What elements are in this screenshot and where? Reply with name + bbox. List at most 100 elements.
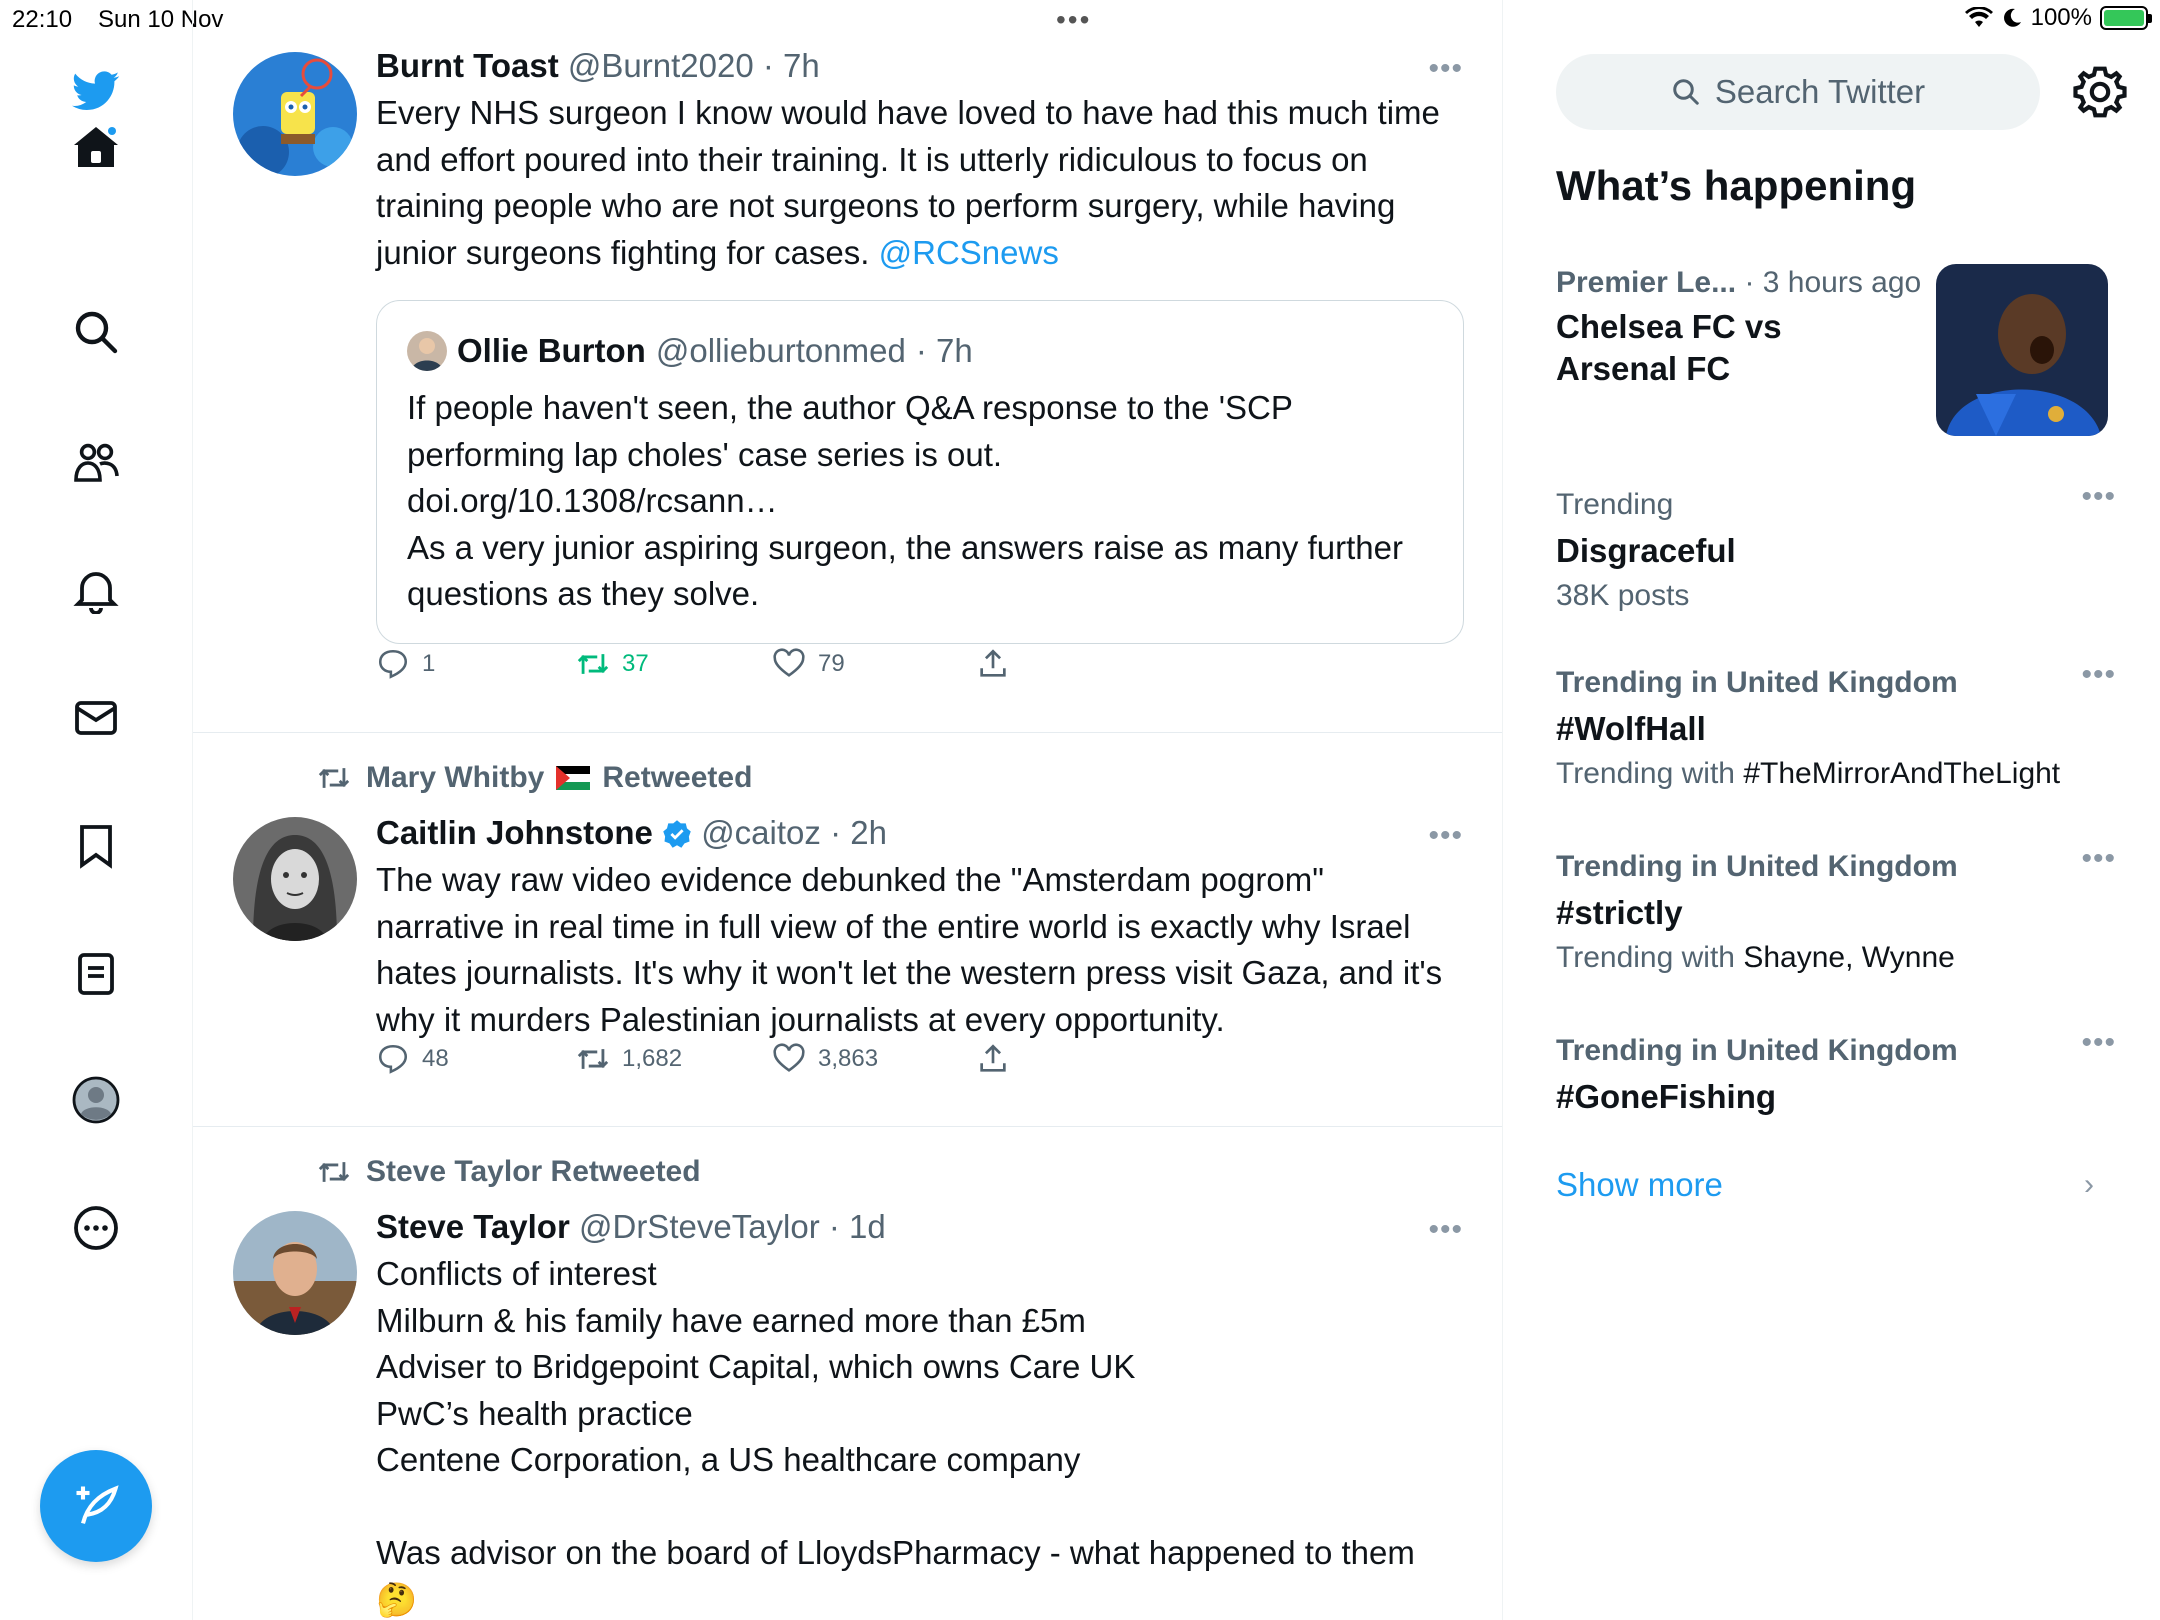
quoted-tweet-time: · 7h	[915, 332, 973, 369]
quoted-avatar[interactable]	[407, 331, 447, 371]
reply-icon	[378, 1044, 408, 1074]
trend-meta: Trending in United Kingdom	[1556, 1034, 1958, 1067]
like-button[interactable]: 3,863	[772, 1042, 878, 1076]
tweet-text: Every NHS surgeon I know would have love…	[376, 90, 1456, 276]
news-time: · 3 hours ago	[1744, 266, 1922, 299]
retweeted-by: Mary Whitby Retweeted	[314, 761, 752, 795]
tweet-more-icon[interactable]: •••	[1428, 52, 1463, 86]
tweet[interactable]: Steve Taylor Retweeted Steve Taylor @DrS…	[193, 1127, 1502, 1620]
tweet-content: Burnt Toast @Burnt2020 · 7h Every NHS su…	[376, 46, 1456, 276]
search-icon	[1673, 79, 1699, 105]
tweet-more-icon[interactable]: •••	[1428, 1213, 1463, 1247]
show-more-link[interactable]: Show more	[1556, 1166, 1723, 1204]
bookmarks-icon[interactable]	[66, 816, 126, 876]
trend-item[interactable]: Trending in United Kingdom #strictly Tre…	[1556, 842, 2116, 978]
news-item[interactable]: Premier Le... · 3 hours ago Chelsea FC v…	[1556, 264, 1936, 390]
retweet-button[interactable]: 37	[576, 647, 649, 681]
tweet-more-icon[interactable]: •••	[1428, 819, 1463, 853]
quoted-tweet-text: If people haven't seen, the author Q&A r…	[407, 385, 1437, 618]
tweet-content: Steve Taylor @DrSteveTaylor · 1d Conflic…	[376, 1207, 1456, 1620]
quoted-tweet[interactable]: Ollie Burton @ollieburtonmed · 7h If peo…	[376, 300, 1464, 644]
trend-meta: Trending in United Kingdom	[1556, 666, 1958, 699]
chevron-right-icon: ›	[2084, 1168, 2094, 1201]
trend-related-value[interactable]: Shayne, Wynne	[1743, 941, 1955, 974]
more-icon[interactable]	[66, 1198, 126, 1258]
tweet-line: Adviser to Bridgepoint Capital, which ow…	[376, 1348, 1136, 1385]
quoted-tweet-header: Ollie Burton @ollieburtonmed · 7h	[407, 331, 973, 371]
avatar[interactable]	[233, 817, 357, 941]
search-input[interactable]: Search Twitter	[1556, 54, 2040, 130]
tweet-line: Conflicts of interest	[376, 1255, 657, 1292]
news-title-line: Chelsea FC vs	[1556, 308, 1782, 345]
quoted-link[interactable]: doi.org/10.1308/rcsann…	[407, 478, 1437, 525]
mention-link[interactable]: @RCSnews	[879, 234, 1059, 271]
tweet-time[interactable]: · 1d	[829, 1208, 886, 1245]
reply-count: 48	[422, 1045, 449, 1072]
communities-icon[interactable]	[66, 432, 126, 492]
tweet-text: Conflicts of interest Milburn & his fami…	[376, 1251, 1456, 1620]
home-icon[interactable]	[66, 117, 126, 177]
author-name[interactable]: Burnt Toast	[376, 47, 559, 84]
author-name[interactable]: Caitlin Johnstone	[376, 814, 653, 851]
trend-more-icon[interactable]: •••	[2081, 658, 2116, 692]
trend-more-icon[interactable]: •••	[2081, 480, 2116, 514]
search-icon[interactable]	[66, 302, 126, 362]
reply-button[interactable]: 1	[376, 647, 435, 681]
tweet-line: Milburn & his family have earned more th…	[376, 1301, 1086, 1339]
news-title-line: Arsenal FC	[1556, 350, 1731, 387]
share-icon	[980, 1044, 1006, 1072]
avatar[interactable]	[233, 52, 357, 176]
compose-icon	[76, 1485, 119, 1524]
author-handle[interactable]: @Burnt2020	[568, 47, 754, 84]
trend-related: Trending with Shayne, Wynne	[1556, 938, 2116, 978]
trend-related-value[interactable]: #TheMirrorAndTheLight	[1743, 757, 2060, 790]
tweet-time[interactable]: · 7h	[763, 47, 820, 84]
left-navigation	[0, 0, 193, 1620]
trend-title: #GoneFishing	[1556, 1078, 1777, 1115]
news-image[interactable]	[1936, 264, 2108, 436]
trend-more-icon[interactable]: •••	[2081, 1026, 2116, 1060]
compose-button[interactable]	[40, 1450, 152, 1562]
retweeter-name[interactable]: Mary Whitby	[366, 761, 544, 795]
lists-icon[interactable]	[66, 944, 126, 1004]
trend-related: Trending with #TheMirrorAndTheLight	[1556, 754, 2116, 794]
tweet-line: PwC’s health practice	[376, 1394, 693, 1432]
trend-title: Disgraceful	[1556, 532, 1736, 569]
retweeter-name[interactable]: Steve Taylor Retweeted	[366, 1155, 701, 1189]
quoted-line: If people haven't seen, the author Q&A r…	[407, 389, 1293, 473]
avatar[interactable]	[233, 1211, 357, 1335]
reply-button[interactable]: 48	[376, 1042, 449, 1076]
quoted-author-handle[interactable]: @ollieburtonmed	[656, 332, 906, 370]
gear-icon[interactable]	[2072, 64, 2128, 120]
trend-related-prefix: Trending with	[1556, 757, 1735, 790]
twitter-logo-icon[interactable]	[66, 60, 126, 120]
heart-icon	[773, 648, 805, 677]
author-handle[interactable]: @DrSteveTaylor	[579, 1208, 820, 1245]
trend-item[interactable]: Trending Disgraceful 38K posts •••	[1556, 480, 2116, 616]
palestine-flag-icon	[556, 766, 591, 790]
profile-icon[interactable]	[66, 1070, 126, 1130]
tweet-header: Steve Taylor @DrSteveTaylor · 1d	[376, 1207, 1456, 1247]
retweet-button[interactable]: 1,682	[576, 1042, 682, 1076]
share-button[interactable]	[976, 1042, 1010, 1076]
like-button[interactable]: 79	[772, 647, 845, 681]
tweet-line: Was advisor on the board of LloydsPharma…	[376, 1534, 1415, 1571]
trend-item[interactable]: Trending in United Kingdom #WolfHall Tre…	[1556, 658, 2116, 794]
share-icon	[980, 649, 1006, 677]
tweet-time[interactable]: · 2h	[830, 814, 887, 851]
share-button[interactable]	[976, 647, 1010, 681]
trend-more-icon[interactable]: •••	[2081, 842, 2116, 876]
trend-item[interactable]: Trending in United Kingdom #GoneFishing …	[1556, 1026, 2116, 1118]
tweet-line	[376, 1484, 1456, 1531]
retweet-icon	[577, 1049, 609, 1069]
author-name[interactable]: Steve Taylor	[376, 1208, 570, 1245]
messages-icon[interactable]	[66, 688, 126, 748]
author-handle[interactable]: @caitoz	[701, 814, 821, 851]
right-sidebar: Search Twitter What’s happening Premier …	[1504, 0, 2160, 1620]
tweet[interactable]: Burnt Toast @Burnt2020 · 7h Every NHS su…	[193, 0, 1502, 733]
verified-badge-icon	[663, 820, 691, 848]
notifications-icon[interactable]	[66, 560, 126, 620]
tweet[interactable]: Mary Whitby Retweeted Caitlin Johnstone …	[193, 733, 1502, 1127]
quoted-author-name[interactable]: Ollie Burton	[457, 332, 646, 370]
trend-posts: 38K posts	[1556, 579, 1690, 612]
